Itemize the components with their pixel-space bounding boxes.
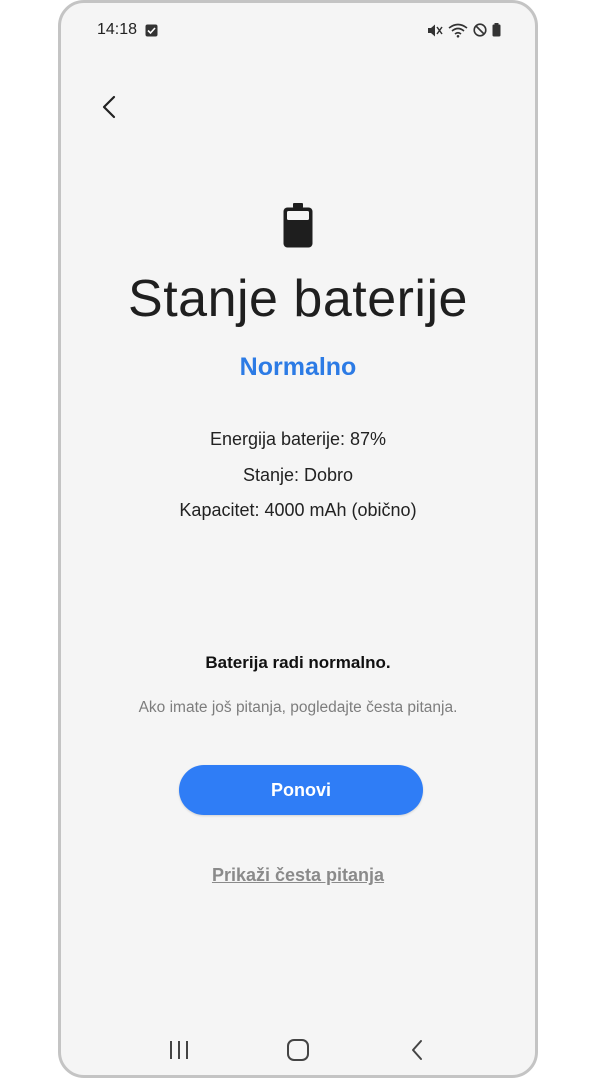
battery-hero (61, 203, 535, 249)
phone-frame: 14:18 Stanje baterije Normalno Energija … (58, 0, 538, 1078)
nav-back-button[interactable] (397, 1031, 437, 1069)
hint-text: Ako imate još pitanja, pogledajte česta … (138, 699, 458, 716)
faq-link[interactable]: Prikaži česta pitanja (61, 865, 535, 886)
notification-check-icon (145, 24, 158, 37)
recent-apps-button[interactable] (159, 1031, 199, 1069)
wifi-icon (448, 23, 468, 38)
battery-capacity: Kapacitet: 4000 mAh (obično) (179, 500, 417, 520)
battery-condition: Stanje: Dobro (242, 465, 354, 485)
mute-icon (427, 23, 443, 38)
status-time: 14:18 (97, 21, 138, 38)
battery-status-value: Normalno (239, 353, 357, 381)
status-bar: 14:18 (61, 17, 535, 43)
summary-text: Baterija radi normalno. (205, 653, 391, 672)
back-icon (410, 1039, 424, 1061)
battery-icon (282, 203, 314, 249)
home-icon (286, 1038, 310, 1062)
navigation-bar (61, 1031, 535, 1069)
status-right (427, 23, 501, 38)
battery-energy: Energija baterije: 87% (209, 429, 387, 449)
back-button[interactable] (91, 89, 127, 125)
status-left: 14:18 (97, 21, 158, 39)
home-button[interactable] (278, 1031, 318, 1069)
battery-icon (492, 23, 501, 37)
do-not-disturb-icon (473, 23, 487, 37)
page-title: Stanje baterije (128, 270, 468, 328)
chevron-left-icon (101, 95, 117, 119)
retry-button[interactable]: Ponovi (179, 765, 423, 815)
recent-apps-icon (168, 1040, 190, 1060)
